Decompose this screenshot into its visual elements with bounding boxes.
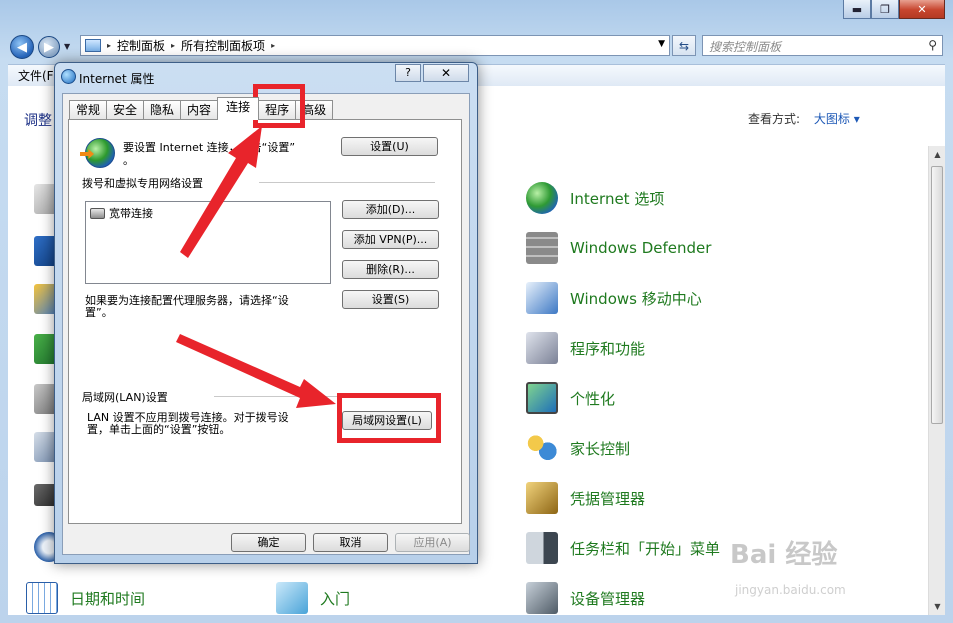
annotation-arrows — [176, 126, 336, 408]
arrow-to-lan-settings — [176, 334, 336, 408]
arrow-to-connections-tab — [180, 126, 262, 258]
tab-connections[interactable]: 连接 — [217, 97, 260, 120]
